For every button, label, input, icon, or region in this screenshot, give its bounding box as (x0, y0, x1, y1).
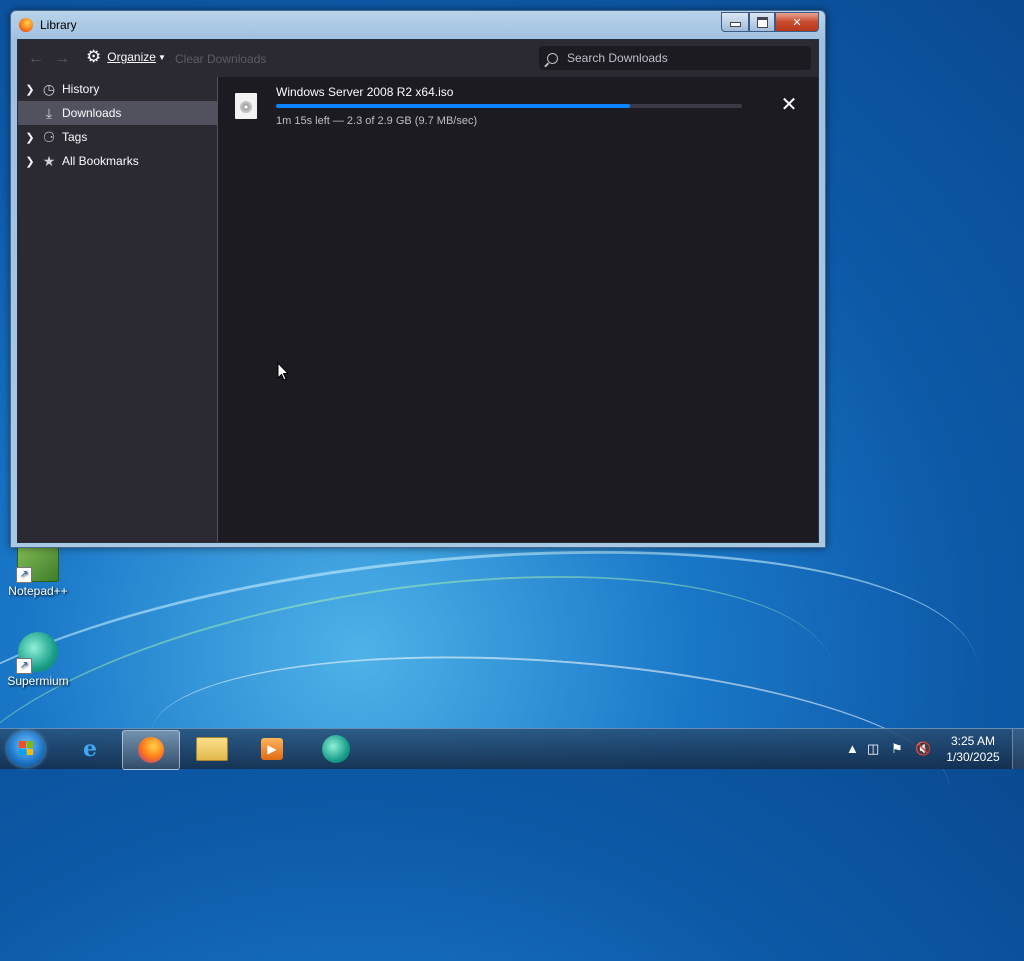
gear-icon: ⚙ (86, 47, 102, 66)
firefox-icon (19, 18, 33, 32)
back-arrow-icon[interactable]: ← (28, 50, 44, 68)
library-window: Library ✕ ← → ⚙ Organize ▼ Clear Downloa… (10, 10, 826, 548)
chevron-down-icon: ▼ (157, 52, 166, 62)
caption-buttons: ✕ (721, 12, 819, 32)
sidebar-item-label: History (62, 82, 100, 96)
show-hidden-icons-icon[interactable]: ▲ (846, 741, 859, 756)
minimize-icon (729, 22, 741, 27)
clock-date: 1/30/2025 (946, 750, 1000, 764)
shortcut-arrow-icon: ↗ (16, 567, 32, 583)
chevron-right-icon[interactable]: ❯ (24, 83, 36, 96)
action-center-flag-icon[interactable]: ⚑ (891, 741, 903, 757)
close-icon: ✕ (780, 93, 798, 116)
maximize-icon (756, 16, 768, 28)
shortcut-arrow-icon: ↗ (16, 658, 32, 674)
sidebar-item-label: All Bookmarks (62, 154, 139, 168)
wallpaper-streak (0, 503, 994, 940)
sidebar-item-all-bookmarks[interactable]: ❯ ★ All Bookmarks (18, 149, 217, 173)
sidebar-item-label: Tags (62, 130, 88, 144)
search-placeholder: Search Downloads (567, 51, 668, 65)
desktop-icon-notepadpp[interactable]: ↗ Notepad++ (3, 540, 73, 598)
sidebar-item-downloads[interactable]: ⤓ Downloads (18, 101, 217, 125)
clock-icon: ◷ (42, 80, 56, 97)
taskbar-firefox-button[interactable] (122, 730, 180, 770)
taskbar-explorer-button[interactable] (184, 730, 240, 768)
supermium-icon (322, 735, 350, 763)
desktop-icon-supermium[interactable]: ↗ Supermium (3, 632, 73, 688)
media-player-icon: ▶ (261, 738, 283, 760)
chevron-right-icon[interactable]: ❯ (24, 155, 36, 168)
firefox-icon (138, 737, 164, 763)
desktop-icon-label: Notepad++ (8, 584, 68, 598)
search-icon (547, 52, 558, 64)
maximize-button[interactable] (749, 12, 775, 32)
chevron-right-icon[interactable]: ❯ (24, 131, 36, 144)
clock-time: 3:25 AM (950, 734, 996, 748)
download-filename: Windows Server 2008 R2 x64.iso (276, 85, 454, 99)
forward-arrow-icon[interactable]: → (54, 50, 70, 68)
sidebar-item-history[interactable]: ❯ ◷ History (18, 77, 217, 101)
taskbar-clock[interactable]: 3:25 AM 1/30/2025 (938, 733, 1008, 765)
download-progress-bar (276, 104, 742, 108)
taskbar: e ▶ ▲ ◫ ⚑ 🔇 3:25 AM 1/30/2025 (0, 728, 1024, 770)
file-explorer-icon (196, 737, 228, 761)
desktop-icon-label: Supermium (7, 674, 69, 688)
library-client: ← → ⚙ Organize ▼ Clear Downloads Search … (17, 39, 819, 543)
volume-muted-icon[interactable]: 🔇 (915, 741, 931, 757)
download-icon: ⤓ (45, 104, 53, 121)
clear-downloads-button[interactable]: Clear Downloads (175, 52, 266, 66)
disc-icon (240, 101, 252, 113)
windows-logo-icon (19, 741, 33, 755)
minimize-button[interactable] (721, 12, 749, 32)
iso-file-icon (235, 93, 257, 119)
window-title: Library (40, 18, 77, 32)
show-desktop-button[interactable] (1012, 729, 1024, 769)
organize-button[interactable]: ⚙ Organize ▼ (86, 47, 166, 66)
mouse-cursor-icon (277, 362, 289, 381)
tag-icon: ⚆ (42, 128, 56, 145)
start-button[interactable] (7, 731, 45, 767)
sidebar-item-label: Downloads (62, 106, 122, 120)
network-icon[interactable]: ◫ (867, 741, 879, 757)
downloads-list: Windows Server 2008 R2 x64.iso 1m 15s le… (218, 77, 818, 542)
download-progress-fill (276, 104, 631, 108)
taskbar-supermium-button[interactable] (308, 730, 364, 768)
organize-label: Organize (107, 50, 156, 64)
supermium-icon: ↗ (16, 632, 58, 674)
download-status: 1m 15s left — 2.3 of 2.9 GB (9.7 MB/sec) (276, 115, 478, 127)
library-toolbar: ← → ⚙ Organize ▼ Clear Downloads Search … (18, 40, 818, 77)
taskbar-media-player-button[interactable]: ▶ (244, 730, 300, 768)
internet-explorer-icon: e (83, 736, 97, 762)
search-input[interactable]: Search Downloads (539, 46, 811, 70)
taskbar-ie-button[interactable]: e (62, 730, 118, 768)
download-item[interactable]: Windows Server 2008 R2 x64.iso 1m 15s le… (218, 77, 818, 135)
star-icon: ★ (42, 152, 56, 169)
close-button[interactable]: ✕ (775, 12, 819, 32)
library-sidebar: ❯ ◷ History ⤓ Downloads ❯ ⚆ Tags ❯ ★ All… (18, 77, 218, 542)
window-titlebar[interactable]: Library ✕ (11, 11, 825, 39)
sidebar-item-tags[interactable]: ❯ ⚆ Tags (18, 125, 217, 149)
cancel-download-button[interactable]: ✕ (776, 91, 802, 117)
close-icon: ✕ (792, 16, 802, 29)
